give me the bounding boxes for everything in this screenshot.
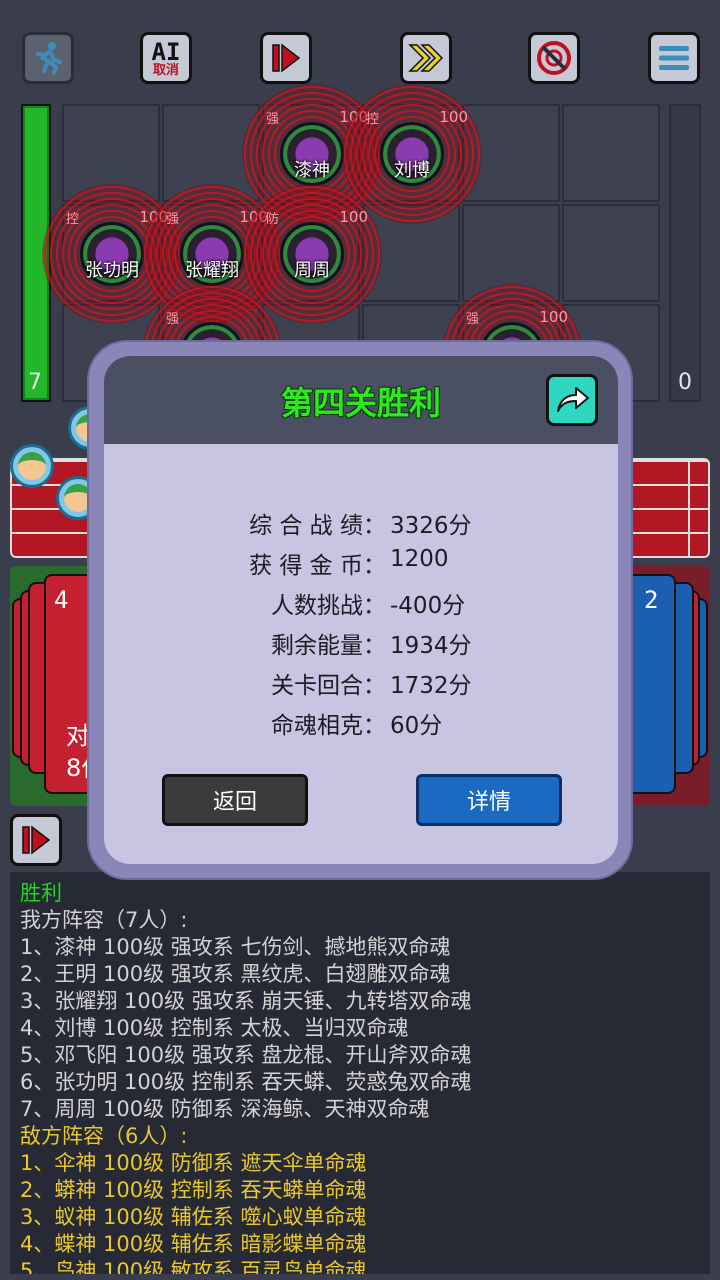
log-enemy-line: 4、蝶神 100级 辅佐系 暗影蝶单命魂 [20, 1232, 367, 1256]
hamburger-menu-icon [659, 46, 689, 70]
menu-button[interactable] [648, 32, 700, 84]
score-label: 关卡回合： [271, 673, 386, 699]
log-ally-line: 2、王明 100级 强攻系 黑纹虎、白翅雕双命魂 [20, 962, 451, 986]
log-enemy-line: 3、蚁神 100级 辅佐系 噬心蚁单命魂 [20, 1205, 367, 1229]
play-skip-icon [22, 825, 51, 855]
log-ally-line: 4、刘博 100级 控制系 太极、当归双命魂 [20, 1016, 409, 1040]
unit-level: 100 [339, 208, 368, 226]
unit-name: 刘博 [394, 160, 430, 181]
running-man-icon [36, 42, 62, 75]
details-button[interactable]: 详情 [416, 774, 562, 826]
unit-class-tag: 控 [366, 112, 380, 127]
log-ally-header: 我方阵容（7人）: [20, 908, 188, 932]
score-row: 综 合 战 绩： 3326分 [104, 506, 618, 546]
log-ally-line: 1、漆神 100级 强攻系 七伤剑、撼地熊双命魂 [20, 935, 451, 959]
score-label: 人数挑战： [271, 593, 386, 619]
hero-avatar-pin[interactable] [10, 444, 54, 496]
enemy-energy-count: 0 [678, 370, 692, 395]
victory-dialog: 第四关胜利 综 合 战 绩： 3326分 获 得 金 币： 1200 人数挑战：… [104, 356, 618, 864]
enemy-deck-count: 2 [644, 586, 659, 614]
log-ally-line: 7、周周 100级 防御系 深海鲸、天神双命魂 [20, 1097, 430, 1121]
unit-class-tag: 强 [166, 312, 180, 327]
back-button[interactable]: 返回 [162, 774, 308, 826]
dialog-title: 第四关胜利 [280, 384, 441, 422]
fast-forward-button[interactable] [400, 32, 452, 84]
grid-cell[interactable] [562, 104, 660, 202]
unit-level: 100 [539, 308, 568, 326]
run-away-button[interactable] [22, 32, 74, 84]
auto-target-button[interactable] [528, 32, 580, 84]
score-list: 综 合 战 绩： 3326分 获 得 金 币： 1200 人数挑战： -400分… [104, 506, 618, 746]
unit-class-tag: 强 [166, 212, 180, 227]
log-ally-line: 5、邓飞阳 100级 强攻系 盘龙棍、开山斧双命魂 [20, 1043, 472, 1067]
score-label: 命魂相克： [271, 713, 386, 739]
unit-class-tag: 强 [466, 312, 480, 327]
end-turn-button[interactable] [10, 814, 62, 866]
unit-name: 周周 [294, 260, 330, 281]
score-row: 关卡回合： 1732分 [104, 666, 618, 706]
log-enemy-header: 敌方阵容（6人）: [20, 1124, 188, 1148]
double-chevron-icon [408, 44, 444, 72]
unit-class-tag: 控 [66, 212, 80, 227]
score-value: 1732分 [390, 673, 472, 699]
log-result: 胜利 [20, 881, 62, 905]
unit-class-tag: 强 [266, 112, 280, 127]
ai-cancel-button[interactable]: AI 取消 [140, 32, 192, 84]
score-row: 获 得 金 币： 1200 [104, 546, 618, 586]
score-value: 3326分 [390, 513, 472, 539]
top-toolbar: AI 取消 [0, 30, 720, 86]
enemy-energy-bar [669, 104, 701, 402]
log-enemy-line: 2、蟒神 100级 控制系 吞天蟒单命魂 [20, 1178, 367, 1202]
skip-turn-button[interactable] [260, 32, 312, 84]
score-row: 命魂相克： 60分 [104, 706, 618, 746]
ally-deck-count: 4 [54, 586, 69, 614]
score-row: 剩余能量： 1934分 [104, 626, 618, 666]
share-button[interactable] [546, 374, 598, 426]
unit-level: 100 [439, 108, 468, 126]
score-label: 获 得 金 币： [249, 553, 386, 579]
log-enemy-line: 5、鸟神 100级 敏攻系 百灵鸟单命魂 [20, 1259, 367, 1274]
score-value: -400分 [390, 593, 466, 619]
log-enemy-line: 1、伞神 100级 防御系 遮天伞单命魂 [20, 1151, 367, 1175]
log-ally-line: 6、张功明 100级 控制系 吞天蟒、荧惑兔双命魂 [20, 1070, 472, 1094]
score-value: 1934分 [390, 633, 472, 659]
play-skip-icon [272, 43, 301, 73]
ally-energy-count: 7 [28, 370, 42, 395]
share-arrow-icon [557, 387, 589, 412]
unit-class-tag: 防 [266, 212, 280, 227]
score-value: 1200 [390, 546, 449, 572]
score-label: 综 合 战 绩： [249, 513, 386, 539]
score-value: 60分 [390, 713, 443, 739]
score-row: 人数挑战： -400分 [104, 586, 618, 626]
dialog-header: 第四关胜利 [104, 356, 618, 444]
no-target-icon [537, 41, 571, 75]
log-ally-line: 3、张耀翔 100级 强攻系 崩天锤、九转塔双命魂 [20, 989, 472, 1013]
ai-label: AI [151, 37, 181, 66]
score-label: 剩余能量： [271, 633, 386, 659]
battle-log[interactable]: 胜利 我方阵容（7人）: 1、漆神 100级 强攻系 七伤剑、撼地熊双命魂 2、… [10, 872, 710, 1274]
ai-cancel-label: 取消 [152, 62, 179, 78]
